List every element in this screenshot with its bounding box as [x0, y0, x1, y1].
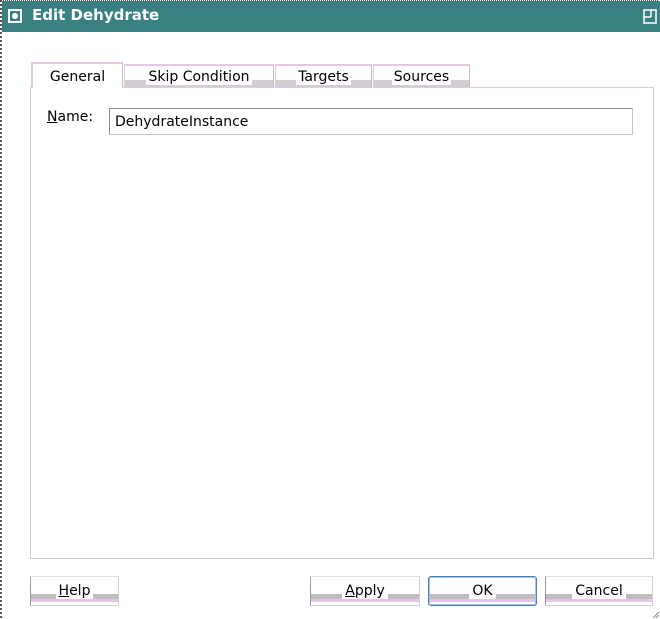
- name-input[interactable]: [109, 108, 633, 135]
- tab-skip-condition[interactable]: Skip Condition: [124, 64, 274, 88]
- ok-button[interactable]: OK: [428, 576, 537, 606]
- general-panel: [30, 87, 654, 559]
- edit-dehydrate-dialog: Edit Dehydrate General Skip Condition Ta…: [0, 0, 660, 618]
- apply-button[interactable]: Apply: [310, 576, 420, 606]
- apply-button-label: pply: [354, 583, 385, 599]
- help-button[interactable]: Help: [30, 576, 119, 606]
- help-button-mnemonic: H: [58, 583, 70, 599]
- tab-targets[interactable]: Targets: [275, 64, 372, 88]
- tab-skip-condition-label: Skip Condition: [146, 69, 252, 85]
- apply-button-mnemonic: A: [345, 583, 355, 599]
- dialog-title: Edit Dehydrate: [32, 6, 160, 24]
- tab-general[interactable]: General: [31, 62, 123, 88]
- cancel-button-label: Cancel: [572, 583, 626, 599]
- window-menu-icon[interactable]: [8, 9, 22, 23]
- tab-targets-label: Targets: [296, 69, 351, 85]
- cancel-button[interactable]: Cancel: [545, 576, 653, 606]
- resize-grip-icon[interactable]: [653, 612, 659, 618]
- tab-general-label: General: [49, 69, 106, 85]
- title-bar[interactable]: Edit Dehydrate: [2, 1, 660, 32]
- restore-icon[interactable]: [643, 9, 657, 24]
- tab-sources-label: Sources: [391, 69, 452, 85]
- tab-sources[interactable]: Sources: [373, 64, 470, 88]
- ok-button-label: OK: [469, 583, 496, 599]
- name-label-mnemonic: N: [47, 109, 58, 125]
- help-button-label: elp: [69, 583, 91, 599]
- name-label-text: ame:: [57, 109, 94, 125]
- name-label: Name:: [47, 108, 93, 126]
